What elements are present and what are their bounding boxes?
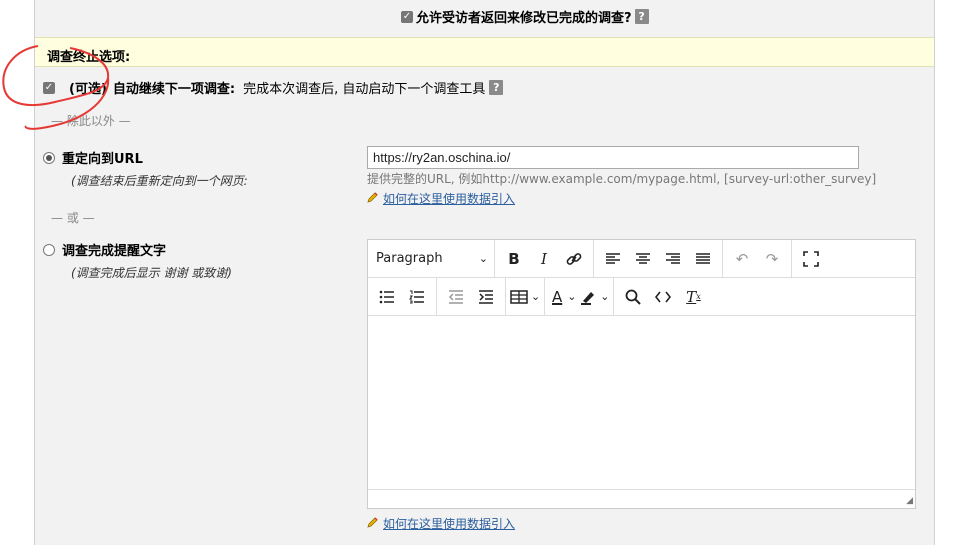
pencil-icon <box>367 191 379 206</box>
data-import-link-text: 如何在这里使用数据引入 <box>383 517 516 531</box>
search-icon[interactable] <box>618 282 648 312</box>
align-left-icon[interactable] <box>598 244 628 274</box>
editor-statusbar: ◢ <box>368 489 915 508</box>
chevron-down-icon: ⌄ <box>600 290 610 303</box>
chevron-down-icon: ⌄ <box>531 290 541 303</box>
redo-icon[interactable]: ↷ <box>757 244 787 274</box>
pencil-icon <box>367 516 379 531</box>
align-justify-icon[interactable] <box>688 244 718 274</box>
clear-format-icon[interactable]: Tx <box>678 282 708 312</box>
completion-text-subtitle: (调查完成后显示 谢谢 或致谢) <box>71 266 232 280</box>
redirect-radio[interactable] <box>43 151 55 164</box>
auto-continue-desc: 完成本次调查后, 自动启动下一个调查工具 <box>243 82 486 97</box>
auto-continue-label: 自动继续下一项调查: <box>112 82 236 97</box>
italic-icon[interactable]: I <box>529 244 559 274</box>
redirect-url-input[interactable] <box>367 146 859 169</box>
url-hint: 提供完整的URL, 例如http://www.example.com/mypag… <box>367 172 877 186</box>
format-select[interactable]: Paragraph ⌄ <box>368 244 494 274</box>
link-icon[interactable] <box>559 244 589 274</box>
allow-return-row: ✓ 允许受访者返回来修改已完成的调查? ? <box>401 7 649 26</box>
help-icon[interactable]: ? <box>489 80 504 95</box>
allow-return-checkbox[interactable]: ✓ <box>401 10 413 23</box>
undo-icon[interactable]: ↶ <box>727 244 757 274</box>
data-import-link-text: 如何在这里使用数据引入 <box>383 192 516 206</box>
separator-or: — 或 — <box>51 211 95 225</box>
editor-toolbar-row-2: ⌄ A ⌄ ⌄ Tx <box>368 278 915 316</box>
redirect-title: 重定向到URL <box>62 152 143 167</box>
redirect-subtitle: (调查结束后重新定向到一个网页: <box>71 174 248 188</box>
data-import-link-bottom[interactable]: 如何在这里使用数据引入 <box>367 515 515 532</box>
code-icon[interactable] <box>648 282 678 312</box>
form-panel: ✓ 允许受访者返回来修改已完成的调查? ? 调查终止选项: ✓ (可选) 自动继… <box>34 0 935 545</box>
redirect-option: 重定向到URL (调查结束后重新定向到一个网页: <box>43 148 248 189</box>
resize-handle-icon[interactable]: ◢ <box>906 496 913 506</box>
indent-icon[interactable] <box>471 282 501 312</box>
editor-toolbar-row-1: Paragraph ⌄ B I ↶ ↷ <box>368 240 915 278</box>
completion-text-title: 调查完成提醒文字 <box>62 244 167 259</box>
fullscreen-icon[interactable] <box>796 244 826 274</box>
red-circle-annotation <box>2 45 110 130</box>
table-icon[interactable]: ⌄ <box>510 282 540 312</box>
align-center-icon[interactable] <box>628 244 658 274</box>
editor-content-area[interactable] <box>368 318 915 490</box>
text-color-icon[interactable]: A ⌄ <box>549 282 579 312</box>
completion-text-option: 调查完成提醒文字 (调查完成后显示 谢谢 或致谢) <box>43 240 232 281</box>
numbered-list-icon[interactable] <box>402 282 432 312</box>
rich-text-editor: Paragraph ⌄ B I ↶ ↷ ⌄ A ⌄ ⌄ T x ◢ <box>367 239 916 509</box>
bold-icon[interactable]: B <box>499 244 529 274</box>
completion-text-radio[interactable] <box>43 243 55 256</box>
bullet-list-icon[interactable] <box>372 282 402 312</box>
format-select-value: Paragraph <box>376 251 443 266</box>
section-header: 调查终止选项: <box>35 37 934 67</box>
data-import-link[interactable]: 如何在这里使用数据引入 <box>367 190 515 207</box>
outdent-icon[interactable] <box>441 282 471 312</box>
highlight-icon[interactable]: ⌄ <box>579 282 609 312</box>
chevron-down-icon: ⌄ <box>478 252 488 265</box>
align-right-icon[interactable] <box>658 244 688 274</box>
chevron-down-icon: ⌄ <box>567 290 577 303</box>
allow-return-label: 允许受访者返回来修改已完成的调查? <box>416 11 632 26</box>
help-icon[interactable]: ? <box>634 9 649 24</box>
